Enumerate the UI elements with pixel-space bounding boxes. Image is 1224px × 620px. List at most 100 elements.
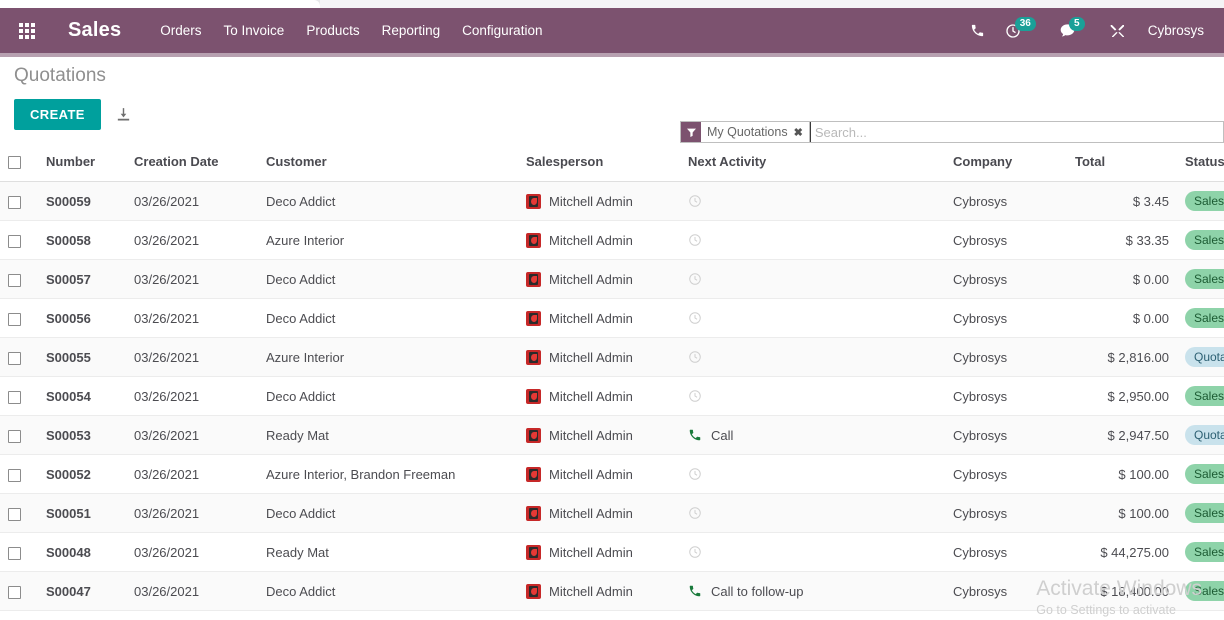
table-row[interactable]: S00056 03/26/2021 Deco Addict Mitchell Admi… — [0, 298, 1224, 339]
table-row[interactable]: S00059 03/26/2021 Deco Addict Mitchell Admi… — [0, 181, 1224, 222]
menu-item-reporting[interactable]: Reporting — [371, 17, 452, 44]
cell-salesperson: Mitchell Admin — [518, 415, 680, 456]
cell-salesperson: Mitchell Admin — [518, 493, 680, 534]
cell-number[interactable]: S00055 — [38, 337, 126, 378]
cell-next-activity[interactable] — [680, 532, 945, 573]
row-checkbox[interactable] — [8, 390, 21, 404]
status-badge: Quotation — [1185, 347, 1224, 368]
select-all-checkbox[interactable] — [8, 156, 21, 170]
cell-salesperson: Mitchell Admin — [518, 337, 680, 378]
table-row[interactable]: S00047 03/26/2021 Deco Addict Mitchell Admi… — [0, 571, 1224, 612]
cell-number[interactable]: S00059 — [38, 181, 126, 222]
import-records-button[interactable] — [115, 106, 132, 123]
search-input[interactable] — [809, 122, 1223, 142]
column-header-creation-date[interactable]: Creation Date — [126, 144, 258, 183]
column-header-number[interactable]: Number — [38, 144, 126, 183]
cell-number[interactable]: S00051 — [38, 493, 126, 534]
column-header-status[interactable]: Status — [1177, 144, 1224, 183]
cell-next-activity[interactable] — [680, 337, 945, 378]
row-checkbox[interactable] — [8, 585, 21, 599]
phone-button[interactable] — [960, 8, 995, 53]
developer-tools-button[interactable] — [1100, 8, 1136, 53]
cell-next-activity[interactable] — [680, 454, 945, 495]
browser-chrome-background — [320, 0, 1224, 8]
table-row[interactable]: S00055 03/26/2021 Azure Interior Mitchell A… — [0, 337, 1224, 378]
row-checkbox[interactable] — [8, 429, 21, 443]
table-row[interactable]: S00054 03/26/2021 Deco Addict Mitchell Admi… — [0, 376, 1224, 417]
avatar — [526, 427, 541, 443]
user-menu-button[interactable]: Cybrosys — [1136, 23, 1210, 38]
menu-item-products[interactable]: Products — [295, 17, 370, 44]
cell-number[interactable]: S00058 — [38, 220, 126, 261]
app-brand-title[interactable]: Sales — [54, 19, 131, 42]
row-checkbox[interactable] — [8, 234, 21, 248]
column-header-next-activity[interactable]: Next Activity — [680, 144, 945, 183]
table-row[interactable]: S00057 03/26/2021 Deco Addict Mitchell Admi… — [0, 259, 1224, 300]
cell-number[interactable]: S00052 — [38, 454, 126, 495]
cell-number[interactable]: S00046 — [38, 610, 126, 620]
cell-number[interactable]: S00054 — [38, 376, 126, 417]
cell-customer: Deco Addict — [258, 493, 518, 534]
create-button[interactable]: CREATE — [14, 99, 101, 130]
cell-number[interactable]: S00047 — [38, 571, 126, 612]
column-header-company[interactable]: Company — [945, 144, 1067, 183]
status-badge: Sales Order — [1185, 191, 1224, 212]
cell-next-activity[interactable] — [680, 493, 945, 534]
row-checkbox[interactable] — [8, 468, 21, 482]
row-select-cell — [0, 532, 38, 573]
search-view[interactable]: My Quotations ✖ — [680, 121, 1224, 143]
table-row[interactable]: S00053 03/26/2021 Ready Mat Mitchell Admin C… — [0, 415, 1224, 456]
cell-next-activity[interactable] — [680, 259, 945, 300]
table-row[interactable]: S00051 03/26/2021 Deco Addict Mitchell Admi… — [0, 493, 1224, 534]
table-row[interactable]: S00058 03/26/2021 Azure Interior Mitchell A… — [0, 220, 1224, 261]
column-header-salesperson[interactable]: Salesperson — [518, 144, 680, 183]
menu-item-orders[interactable]: Orders — [149, 17, 212, 44]
cell-next-activity[interactable] — [680, 181, 945, 222]
table-row[interactable]: S0004612/16/2020YourCompany, Joel Willis… — [0, 610, 1224, 620]
cell-creation-date: 03/26/2021 — [126, 337, 258, 378]
row-checkbox[interactable] — [8, 312, 21, 326]
cell-next-activity[interactable]: Call to follow-up — [680, 571, 945, 612]
row-checkbox[interactable] — [8, 546, 21, 560]
row-select-cell — [0, 298, 38, 339]
avatar — [526, 583, 541, 599]
browser-tab[interactable] — [0, 0, 320, 8]
activity-count-badge: 36 — [1014, 17, 1036, 31]
cell-number[interactable]: S00053 — [38, 415, 126, 456]
row-checkbox[interactable] — [8, 507, 21, 521]
row-checkbox[interactable] — [8, 273, 21, 287]
cell-next-activity[interactable]: Call — [680, 415, 945, 456]
cell-creation-date: 03/26/2021 — [126, 532, 258, 573]
quotations-table: Number Creation Date Customer Salesperso… — [0, 144, 1224, 620]
table-header: Number Creation Date Customer Salesperso… — [0, 144, 1224, 183]
cell-next-activity[interactable] — [680, 376, 945, 417]
cell-status: Sales Order — [1177, 571, 1224, 612]
row-select-cell — [0, 337, 38, 378]
phone-icon — [971, 24, 983, 37]
cell-next-activity[interactable] — [680, 220, 945, 261]
cell-next-activity[interactable] — [680, 298, 945, 339]
table-row[interactable]: S00048 03/26/2021 Ready Mat Mitchell Admin C… — [0, 532, 1224, 573]
table-row[interactable]: S00052 03/26/2021 Azure Interior, Brandon … — [0, 454, 1224, 495]
apps-menu-button[interactable] — [0, 8, 54, 53]
cell-number[interactable]: S00048 — [38, 532, 126, 573]
row-checkbox[interactable] — [8, 195, 21, 209]
row-select-cell — [0, 493, 38, 534]
column-header-customer[interactable]: Customer — [258, 144, 518, 183]
activity-menu-button[interactable]: 36 — [995, 8, 1036, 53]
cell-creation-date: 03/26/2021 — [126, 220, 258, 261]
menu-item-configuration[interactable]: Configuration — [451, 17, 553, 44]
cell-number[interactable]: S00057 — [38, 259, 126, 300]
cell-creation-date: 03/26/2021 — [126, 298, 258, 339]
row-checkbox[interactable] — [8, 351, 21, 365]
menu-item-to-invoice[interactable]: To Invoice — [213, 17, 296, 44]
import-download-icon — [117, 108, 130, 121]
cell-customer: Azure Interior — [258, 337, 518, 378]
cell-number[interactable]: S00056 — [38, 298, 126, 339]
messaging-menu-button[interactable]: 5 — [1049, 8, 1086, 53]
search-facet-my-quotations[interactable]: My Quotations ✖ — [681, 122, 810, 142]
column-header-total[interactable]: Total — [1067, 144, 1177, 183]
cell-status: Sales Order — [1177, 376, 1224, 417]
close-x-icon[interactable]: ✖ — [794, 126, 803, 139]
cell-next-activity[interactable]: Discuss discount — [680, 610, 945, 620]
